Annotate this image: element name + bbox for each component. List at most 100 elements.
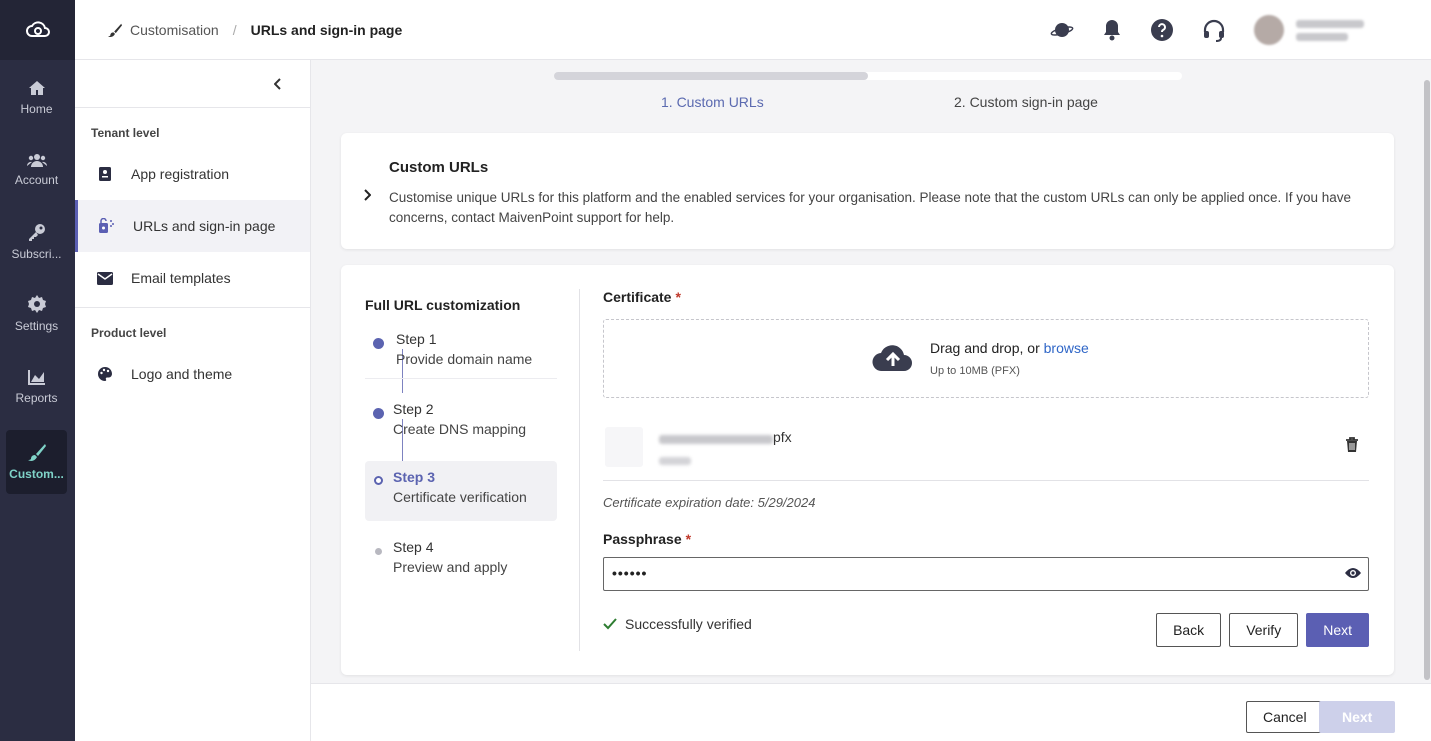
certificate-expiry: Certificate expiration date: 5/29/2024 <box>603 495 816 510</box>
file-size-redacted <box>659 457 691 465</box>
users-icon <box>26 154 47 167</box>
headset-icon <box>1203 19 1225 42</box>
rail-item-label: Account <box>14 173 59 187</box>
rail-item-home[interactable]: Home <box>6 66 67 130</box>
nav-item-urls-sign-in[interactable]: URLs and sign-in page <box>75 200 310 252</box>
file-thumbnail <box>605 427 643 467</box>
file-name-redacted <box>659 435 773 444</box>
step-desc: Certificate verification <box>393 489 527 505</box>
step-4[interactable]: Step 4 Preview and apply <box>365 539 557 575</box>
app-registration-icon <box>99 167 111 181</box>
next-step-button[interactable]: Next <box>1306 613 1369 647</box>
rail-item-customisation[interactable]: Custom... <box>6 430 67 494</box>
rail-item-settings[interactable]: Settings <box>6 282 67 346</box>
breadcrumb: Customisation / URLs and sign-in page <box>108 22 402 38</box>
bell-icon <box>1104 20 1120 41</box>
app-logo[interactable] <box>0 0 75 60</box>
step-1[interactable]: Step 1 Provide domain name <box>365 331 557 379</box>
product-level-heading: Product level <box>91 326 167 340</box>
vertical-divider <box>579 289 580 651</box>
nav-item-app-registration[interactable]: App registration <box>75 148 310 200</box>
user-name-redacted <box>1296 15 1364 46</box>
nav-item-label: Email templates <box>131 270 231 286</box>
user-menu[interactable] <box>1254 10 1419 50</box>
progress-track <box>554 72 1182 80</box>
nav-item-label: Logo and theme <box>131 366 233 382</box>
intro-title: Custom URLs <box>389 159 489 176</box>
step-2[interactable]: Step 2 Create DNS mapping <box>365 401 557 437</box>
scrollbar-thumb[interactable] <box>1424 80 1430 680</box>
chevron-left-icon <box>274 77 281 90</box>
verification-text: Successfully verified <box>625 616 752 632</box>
verification-status: Successfully verified <box>603 616 752 632</box>
certificate-label-text: Certificate <box>603 289 672 305</box>
help-button[interactable] <box>1150 18 1174 42</box>
form-actions: Back Verify Next <box>1148 613 1369 647</box>
urls-sign-in-icon <box>99 218 114 233</box>
step-desc: Create DNS mapping <box>393 421 527 437</box>
nav-item-email-templates[interactable]: Email templates <box>75 252 310 304</box>
required-mark: * <box>675 289 681 305</box>
custom-urls-intro-card: Custom URLs Customise unique URLs for th… <box>341 133 1394 249</box>
cancel-button[interactable]: Cancel <box>1246 701 1324 733</box>
brush-icon <box>27 444 46 461</box>
rail-item-subscriptions[interactable]: Subscri... <box>6 210 67 274</box>
step-3[interactable]: Step 3 Certificate verification <box>365 461 557 521</box>
show-password-icon[interactable] <box>1344 566 1362 580</box>
certificate-label: Certificate * <box>603 289 1369 305</box>
rail-item-reports[interactable]: Reports <box>6 355 67 419</box>
main-content: 1. Custom URLs 2. Custom sign-in page Cu… <box>311 60 1423 683</box>
passphrase-value: •••••• <box>612 565 648 581</box>
top-actions <box>1050 0 1431 60</box>
intro-description: Customise unique URLs for this platform … <box>389 190 1352 225</box>
cloud-logo-icon <box>25 21 50 37</box>
check-icon <box>603 618 617 630</box>
step-title: Step 1 <box>396 331 437 347</box>
passphrase-label-text: Passphrase <box>603 531 682 547</box>
delete-file-icon[interactable] <box>1345 437 1359 453</box>
nav-item-logo-theme[interactable]: Logo and theme <box>75 348 310 400</box>
planet-button[interactable] <box>1050 20 1074 40</box>
back-button[interactable]: Back <box>1156 613 1222 647</box>
chart-icon <box>27 370 45 385</box>
step-pending-icon <box>375 548 382 555</box>
nav-item-label: App registration <box>131 166 230 182</box>
collapse-sidebar-button[interactable] <box>75 60 310 108</box>
customisation-sidebar: Tenant level App registration URLs and s… <box>75 60 311 741</box>
file-extension: pfx <box>773 429 792 445</box>
certificate-card: Full URL customization Step 1 Provide do… <box>341 265 1394 675</box>
notifications-button[interactable] <box>1102 19 1122 41</box>
step-current-icon <box>374 476 383 485</box>
help-icon <box>1151 19 1173 41</box>
required-mark: * <box>685 531 692 547</box>
rail-item-label: Settings <box>14 319 59 333</box>
rail-item-label: Subscri... <box>11 247 62 261</box>
chevron-right-icon[interactable] <box>363 189 371 201</box>
wizard-step-custom-urls: 1. Custom URLs <box>661 94 764 110</box>
passphrase-input[interactable]: •••••• <box>603 557 1369 591</box>
full-url-customization-title: Full URL customization <box>365 297 521 313</box>
uploaded-file: pfx <box>603 417 1369 481</box>
brush-icon <box>108 23 122 37</box>
verify-button[interactable]: Verify <box>1229 613 1299 647</box>
rail-item-account[interactable]: Account <box>6 138 67 202</box>
page-footer: Cancel Next <box>311 683 1431 741</box>
drop-text: Drag and drop, or <box>930 340 1040 356</box>
avatar <box>1254 15 1284 45</box>
step-title: Step 2 <box>393 401 434 417</box>
mail-icon <box>97 271 113 285</box>
home-icon <box>28 81 45 95</box>
palette-icon <box>98 367 113 381</box>
footer-next-button[interactable]: Next <box>1319 701 1396 733</box>
certificate-form: Certificate * Drag and drop, or browse Up… <box>603 289 1369 647</box>
step-title: Step 4 <box>393 539 434 555</box>
breadcrumb-parent[interactable]: Customisation <box>130 22 219 38</box>
support-button[interactable] <box>1202 18 1226 42</box>
step-title: Step 3 <box>393 469 436 485</box>
gear-icon <box>27 295 46 313</box>
certificate-dropzone[interactable]: Drag and drop, or browse Up to 10MB (PFX… <box>603 319 1369 398</box>
drop-hint: Up to 10MB (PFX) <box>930 365 1020 377</box>
cloud-upload-icon <box>872 345 912 372</box>
browse-link[interactable]: browse <box>1044 340 1089 356</box>
main-scrollbar[interactable] <box>1423 60 1431 683</box>
